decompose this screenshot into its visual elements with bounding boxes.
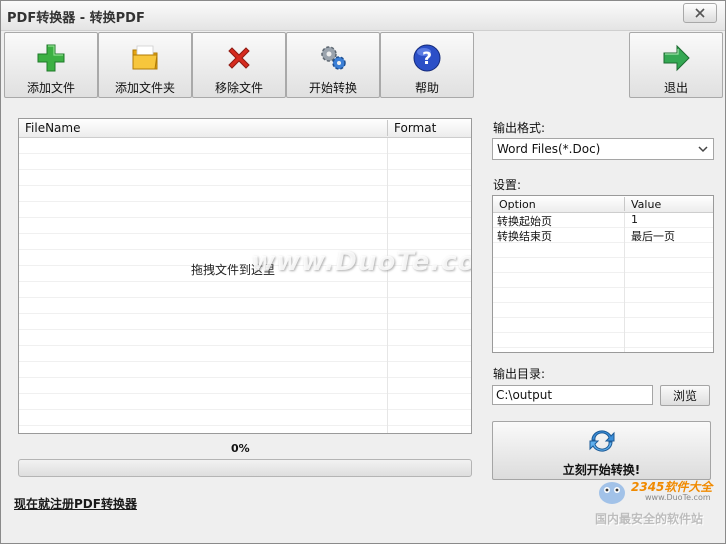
- close-button[interactable]: [683, 3, 717, 23]
- add-icon: [37, 44, 65, 72]
- file-list-rows: [19, 138, 471, 433]
- settings-label: 设置:: [493, 178, 522, 192]
- setting-value[interactable]: 1: [631, 213, 638, 226]
- add-folder-label: 添加文件夹: [114, 81, 175, 95]
- site-logo: 2345软件大全 www.DuoTe.com 国内最安全的软件站: [595, 477, 725, 529]
- progress-bar: [18, 459, 472, 477]
- register-link[interactable]: 现在就注册PDF转换器: [14, 495, 137, 512]
- output-dir-input[interactable]: C:\output: [492, 385, 653, 405]
- column-value[interactable]: Value: [631, 198, 661, 211]
- output-format-select[interactable]: Word Files(*.Doc): [492, 138, 714, 160]
- start-convert-label: 开始转换: [308, 81, 357, 95]
- exit-arrow-icon: [663, 44, 690, 72]
- svg-text:?: ?: [422, 49, 432, 69]
- browse-label: 浏览: [672, 389, 697, 403]
- help-label: 帮助: [414, 81, 439, 95]
- start-convert-toolbar-button[interactable]: 开始转换: [286, 32, 380, 98]
- remove-file-button[interactable]: 移除文件: [192, 32, 286, 98]
- help-button[interactable]: ? 帮助: [380, 32, 474, 98]
- column-filename[interactable]: FileName: [25, 121, 80, 135]
- app-window: PDF转换器 - 转换PDF 添加文件 添加文件夹 移除文件 开始转换 ? 帮助…: [0, 0, 726, 544]
- exit-button[interactable]: 退出: [629, 32, 723, 98]
- watermark: www.DuoTe.com: [251, 247, 471, 277]
- remove-icon: [228, 47, 250, 69]
- settings-row[interactable]: 转换结束页 最后一页: [493, 228, 713, 244]
- settings-column-separator[interactable]: [624, 197, 625, 211]
- folder-icon: [132, 45, 158, 70]
- settings-rows: 转换起始页 1 转换结束页 最后一页: [493, 213, 713, 352]
- settings-header: Option Value: [493, 196, 713, 213]
- mascot-icon: [599, 482, 625, 504]
- remove-file-label: 移除文件: [214, 81, 263, 95]
- progress-percent: 0%: [231, 442, 250, 455]
- file-list-header: FileName Format: [19, 119, 471, 138]
- setting-option: 转换起始页: [497, 215, 552, 228]
- browse-button[interactable]: 浏览: [660, 385, 710, 406]
- column-separator[interactable]: [387, 120, 388, 136]
- add-file-button[interactable]: 添加文件: [4, 32, 98, 98]
- settings-row[interactable]: 转换起始页 1: [493, 213, 713, 228]
- column-option[interactable]: Option: [499, 198, 536, 211]
- window-title: PDF转换器 - 转换PDF: [7, 11, 145, 26]
- gears-icon: [321, 46, 346, 70]
- refresh-icon: [589, 430, 614, 452]
- column-format[interactable]: Format: [394, 121, 436, 135]
- start-now-button[interactable]: 立刻开始转换!: [492, 421, 711, 480]
- add-file-label: 添加文件: [26, 81, 75, 95]
- output-format-label: 输出格式:: [493, 121, 546, 135]
- file-list[interactable]: FileName Format 拖拽文件到这里 www.DuoTe.com: [18, 118, 472, 434]
- close-icon: [695, 8, 705, 18]
- setting-option: 转换结束页: [497, 230, 552, 243]
- brand-slogan: 国内最安全的软件站: [595, 512, 704, 526]
- start-now-label: 立刻开始转换!: [562, 463, 641, 477]
- output-format-value: Word Files(*.Doc): [497, 142, 601, 156]
- setting-value[interactable]: 最后一页: [631, 228, 675, 244]
- chevron-down-icon: [698, 146, 708, 153]
- add-folder-button[interactable]: 添加文件夹: [98, 32, 192, 98]
- brand-url: www.DuoTe.com: [645, 493, 711, 502]
- output-dir-label: 输出目录:: [493, 367, 546, 381]
- exit-label: 退出: [663, 81, 688, 95]
- help-icon: ?: [413, 44, 441, 72]
- title-bar: PDF转换器 - 转换PDF: [1, 1, 725, 31]
- settings-table[interactable]: Option Value 转换起始页 1 转换结束页 最后一页: [492, 195, 714, 353]
- column-divider: [387, 138, 388, 433]
